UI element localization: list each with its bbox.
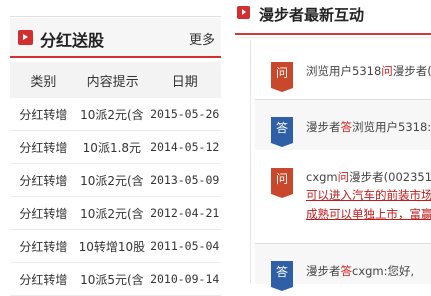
row-type: 分红转增 (10, 163, 77, 197)
divider (10, 16, 221, 17)
row-date: 2012-04-21 (148, 196, 221, 230)
dividend-header: 分红送股 更多 (10, 18, 221, 58)
answer-text[interactable]: 漫步者答cxgm:您好, (306, 263, 431, 279)
question-text[interactable]: cxgm问漫步者(002351): (306, 169, 431, 185)
ask-badge: 问 (271, 168, 293, 198)
row-date: 2010-09-14 (148, 262, 221, 296)
dividend-title: 分红送股 (40, 31, 105, 50)
answer-badge: 答 (271, 117, 293, 147)
row-date: 2013-05-09 (148, 163, 221, 197)
row-type: 分红转增 (10, 98, 77, 131)
row-content[interactable]: 10派2元(含 (76, 196, 149, 230)
question-link[interactable]: 可以进入汽车的前装市场 (306, 187, 431, 203)
dividend-table: 类别 内容提示 日期 分红转增 10派2元(含 2015-05-26 分红转增 … (10, 62, 221, 296)
table-row[interactable]: 分红转增 10派5元(含 2010-09-14 (10, 262, 221, 296)
interaction-title: 漫步者最新互动 (259, 6, 365, 24)
arrow-right-icon (18, 30, 33, 45)
table-row[interactable]: 分红转增 10派2元(含 2013-05-09 (10, 163, 221, 197)
dividend-panel: 分红送股 更多 类别 内容提示 日期 分红转增 10派2元(含 2015-05-… (0, 0, 221, 296)
row-content[interactable]: 10派1.8元 (76, 130, 149, 164)
table-row[interactable]: 分红转增 10派1.8元 2014-05-12 (10, 130, 221, 164)
row-content[interactable]: 10转增10股 (76, 229, 149, 263)
divider (235, 33, 431, 35)
timeline-line (250, 40, 251, 283)
row-content[interactable]: 10派2元(含 (76, 163, 149, 197)
divider (235, 37, 431, 38)
column-header-date: 日期 (148, 62, 221, 98)
row-content[interactable]: 10派5元(含 (76, 262, 149, 296)
row-type: 分红转增 (10, 130, 77, 164)
arrow-right-icon (237, 6, 250, 19)
row-type: 分红转增 (10, 262, 77, 296)
column-header-type: 类别 (10, 62, 77, 98)
table-header-row: 类别 内容提示 日期 (10, 62, 221, 98)
more-link[interactable]: 更多 (189, 29, 215, 48)
row-date: 2011-05-04 (148, 229, 221, 263)
row-content[interactable]: 10派2元(含 (76, 98, 149, 131)
table-row[interactable]: 分红转增 10派2元(含 2012-04-21 (10, 196, 221, 230)
dividend-card: 分红送股 更多 类别 内容提示 日期 分红转增 10派2元(含 2015-05-… (10, 18, 221, 296)
column-header-content: 内容提示 (76, 62, 149, 98)
question-text[interactable]: 浏览用户5318问漫步者( (306, 63, 431, 79)
table-row[interactable]: 分红转增 10转增10股 2011-05-04 (10, 229, 221, 263)
interaction-panel: 漫步者最新互动 问 浏览用户5318问漫步者( 答 漫步者答浏览用户5318: … (235, 0, 431, 291)
answer-badge: 答 (271, 261, 293, 291)
row-date: 2015-05-26 (148, 98, 221, 131)
row-type: 分红转增 (10, 196, 77, 230)
row-type: 分红转增 (10, 229, 77, 263)
answer-text[interactable]: 漫步者答浏览用户5318: (306, 119, 431, 135)
question-link[interactable]: 成熟可以单独上市，富赢 (306, 206, 431, 222)
table-row[interactable]: 分红转增 10派2元(含 2015-05-26 (10, 98, 221, 131)
ask-badge: 问 (271, 62, 293, 92)
row-date: 2014-05-12 (148, 130, 221, 164)
